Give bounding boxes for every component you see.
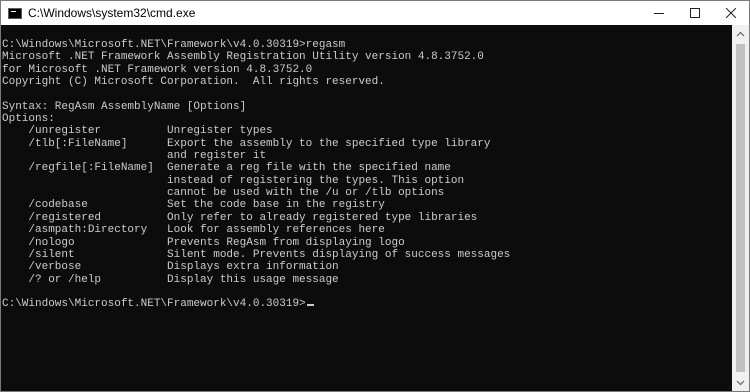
console-line: for Microsoft .NET Framework version 4.8… <box>2 63 313 76</box>
console-line: /asmpath:Directory Look for assembly ref… <box>2 224 385 237</box>
console-line: /? or /help Display this usage message <box>2 273 339 286</box>
maximize-icon <box>690 8 700 18</box>
vertical-scrollbar[interactable] <box>732 25 749 391</box>
console-line: C:\Windows\Microsoft.NET\Framework\v4.0.… <box>2 39 346 51</box>
console-line: /codebase Set the code base in the regis… <box>2 199 385 212</box>
minimize-button[interactable] <box>641 1 677 25</box>
chevron-up-icon <box>736 31 745 36</box>
console-line: /registered Only refer to already regist… <box>2 211 478 224</box>
console-line: /nologo Prevents RegAsm from displaying … <box>2 236 405 249</box>
console-line: Microsoft .NET Framework Assembly Regist… <box>2 51 484 64</box>
console-line: cannot be used with the /u or /tlb optio… <box>2 187 445 200</box>
console-window: C:\Windows\system32\cmd.exe C:\Windows\M… <box>0 0 750 392</box>
chevron-down-icon <box>736 380 745 385</box>
console-line: /tlb[:FileName] Export the assembly to t… <box>2 137 491 150</box>
console-line: Options: <box>2 113 55 126</box>
cmd-icon[interactable] <box>8 7 22 19</box>
console-line: /verbose Displays extra information <box>2 261 339 274</box>
text-cursor <box>306 304 314 307</box>
window-title: C:\Windows\system32\cmd.exe <box>28 6 196 20</box>
minimize-icon <box>654 13 664 14</box>
console-line: Copyright (C) Microsoft Corporation. All… <box>2 76 385 89</box>
title-bar[interactable]: C:\Windows\system32\cmd.exe <box>1 1 749 25</box>
scroll-down-button[interactable] <box>732 374 749 391</box>
console-line: and register it <box>2 150 267 163</box>
console-output: C:\Windows\Microsoft.NET\Framework\v4.0.… <box>1 25 732 311</box>
window-controls <box>641 1 749 25</box>
console-line: Syntax: RegAsm AssemblyName [Options] <box>2 100 247 113</box>
scroll-thumb[interactable] <box>736 44 745 372</box>
close-icon <box>726 8 736 18</box>
console-line: /regfile[:FileName] Generate a reg file … <box>2 162 451 175</box>
command-prompt: C:\Windows\Microsoft.NET\Framework\v4.0.… <box>2 298 306 311</box>
scroll-up-button[interactable] <box>732 25 749 42</box>
maximize-button[interactable] <box>677 1 713 25</box>
console-area[interactable]: C:\Windows\Microsoft.NET\Framework\v4.0.… <box>1 25 732 391</box>
console-line: /unregister Unregister types <box>2 125 273 138</box>
console-line: instead of registering the types. This o… <box>2 174 465 187</box>
console-line: /silent Silent mode. Prevents displaying… <box>2 248 511 261</box>
close-button[interactable] <box>713 1 749 25</box>
